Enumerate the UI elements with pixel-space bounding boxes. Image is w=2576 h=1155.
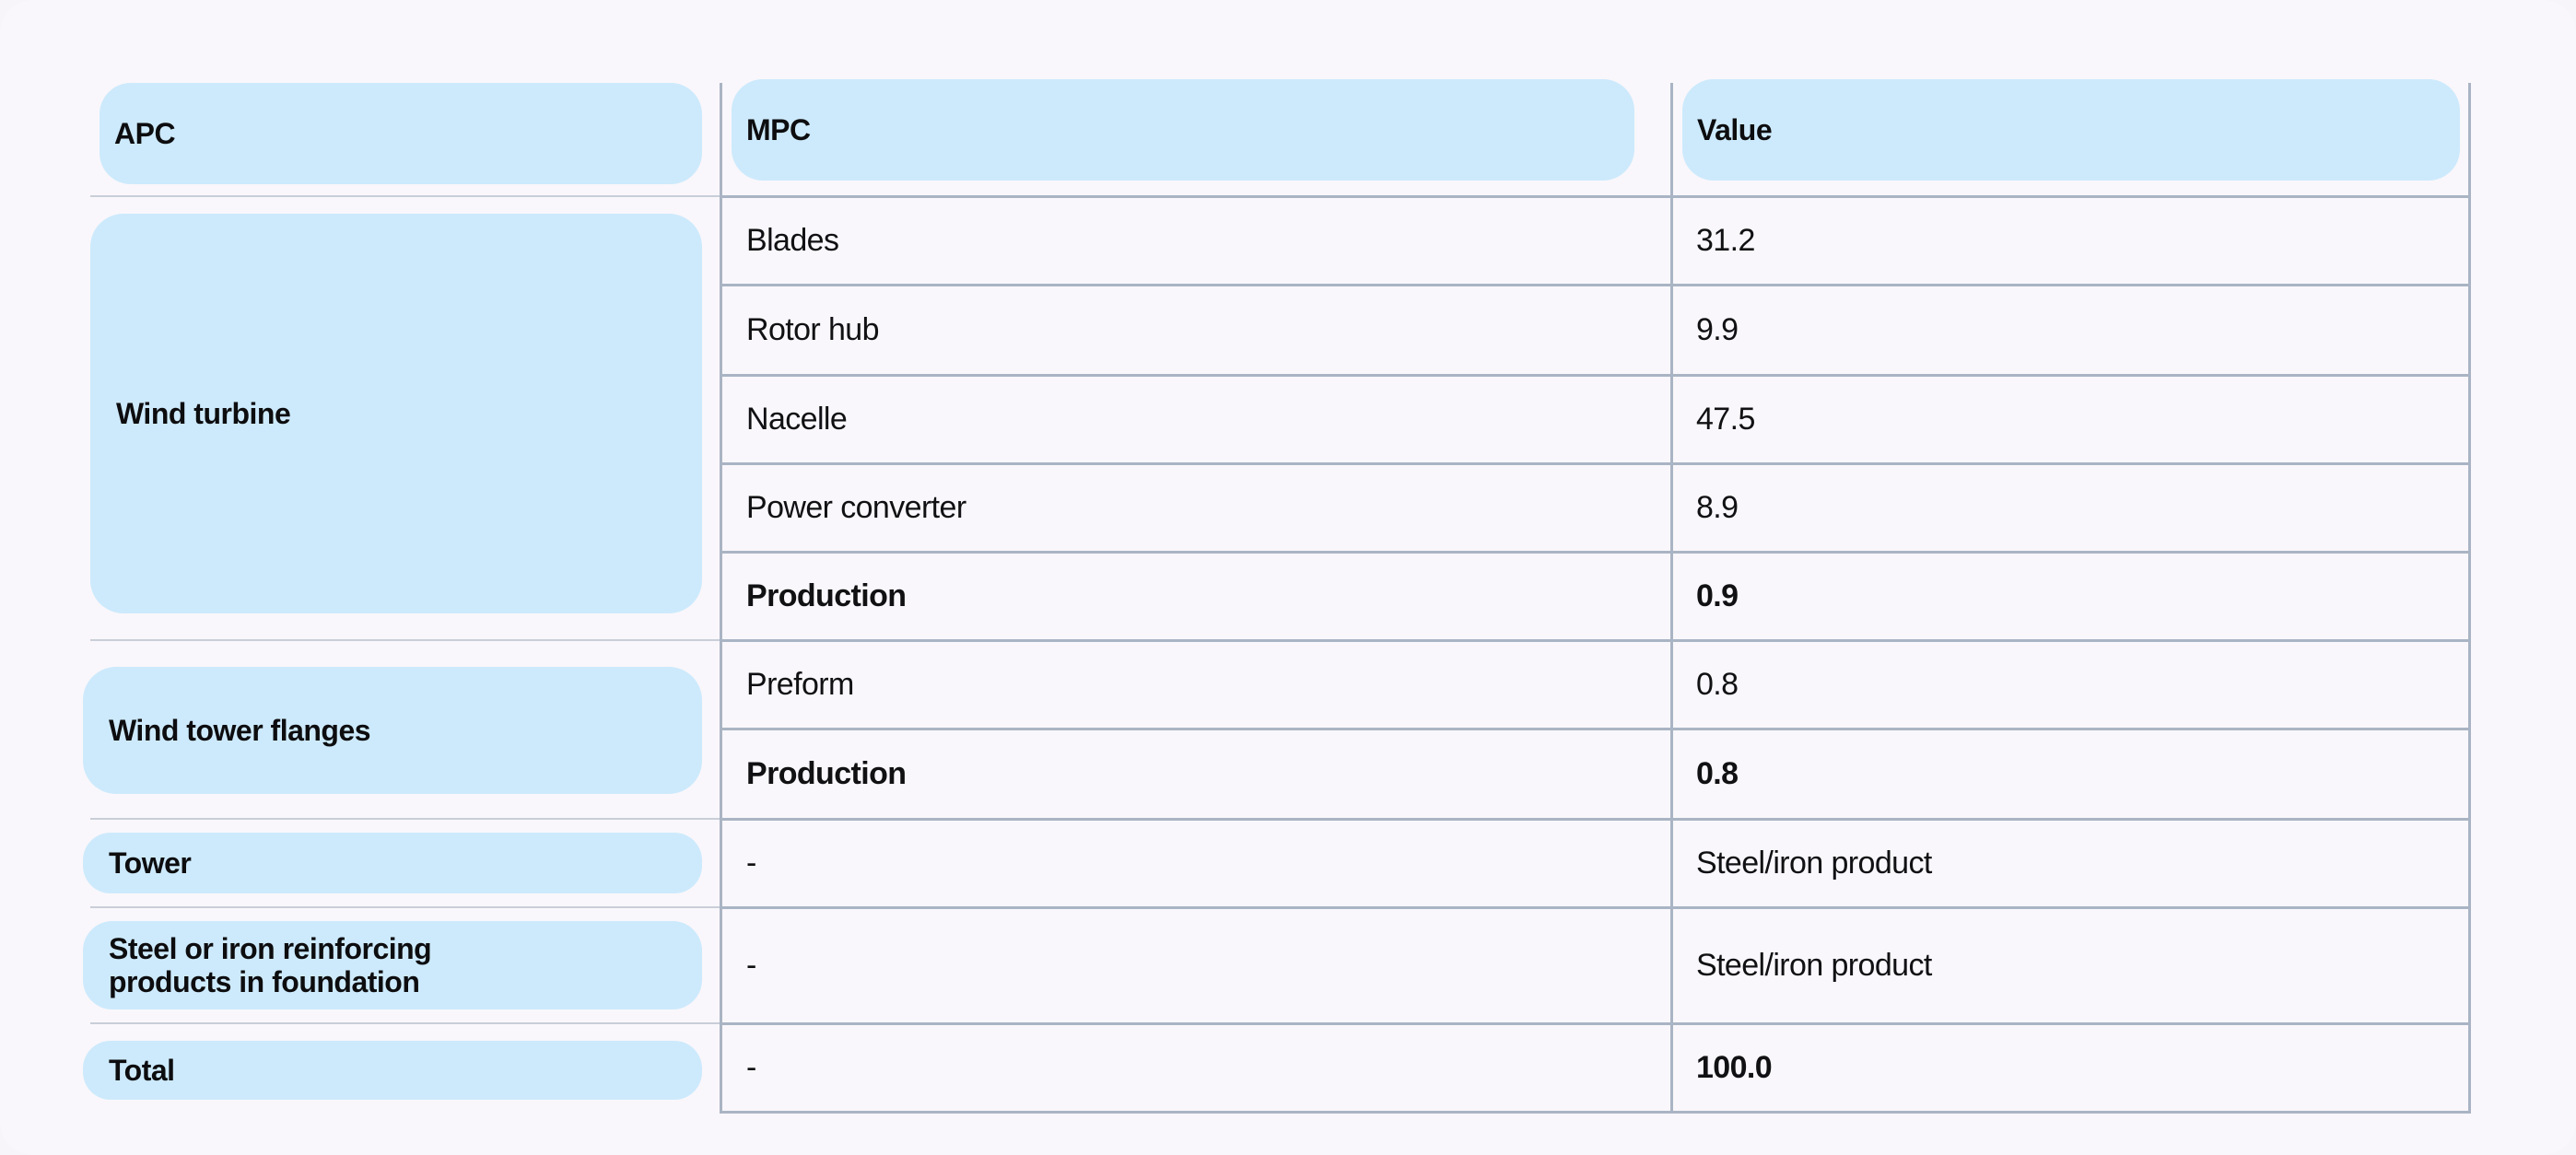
mpc-cell: -	[746, 846, 756, 881]
value-cell: Steel/iron product	[1696, 846, 1932, 881]
header-mpc-label: MPC	[746, 113, 811, 146]
value-cell: 0.8	[1696, 756, 1739, 791]
value-cell: 100.0	[1696, 1050, 1773, 1085]
grid-hline-apc-3	[90, 818, 720, 820]
apc-wind-tower-flanges: Wind tower flanges	[83, 667, 702, 794]
grid-hline-2	[720, 284, 2471, 286]
grid-hline-apc-4	[90, 906, 720, 908]
mpc-cell: Preform	[746, 667, 854, 702]
value-cell: 31.2	[1696, 222, 1755, 258]
grid-hline-7	[720, 728, 2471, 730]
grid-hline-10	[720, 1022, 2471, 1025]
data-table: APC MPC Value Wind turbine Wind tower fl…	[0, 0, 2576, 1155]
apc-steel-reinforcing-line1: Steel or iron reinforcing	[109, 932, 432, 965]
grid-hline-3	[720, 374, 2471, 377]
grid-hline-1	[720, 195, 2471, 198]
header-mpc: MPC	[732, 79, 1634, 181]
mpc-cell: -	[746, 1050, 756, 1085]
header-value: Value	[1682, 79, 2460, 181]
mpc-cell: Production	[746, 756, 907, 791]
value-cell: 8.9	[1696, 490, 1739, 525]
header-value-label: Value	[1697, 113, 1773, 146]
grid-hline-8	[720, 818, 2471, 821]
value-cell: 47.5	[1696, 402, 1755, 437]
grid-hline-6	[720, 639, 2471, 642]
grid-hline-bottom	[720, 1111, 2471, 1114]
mpc-cell: -	[746, 948, 756, 983]
mpc-cell: Blades	[746, 222, 839, 258]
grid-hline-4	[720, 462, 2471, 465]
apc-wind-turbine: Wind turbine	[90, 214, 702, 613]
grid-vline-mid	[1670, 83, 1673, 1113]
mpc-cell: Production	[746, 578, 907, 613]
grid-hline-apc-2	[90, 639, 720, 641]
mpc-cell: Rotor hub	[746, 312, 880, 347]
grid-hline-apc-1	[90, 195, 720, 197]
apc-wind-tower-flanges-label: Wind tower flanges	[109, 714, 371, 747]
apc-steel-reinforcing-line2: products in foundation	[109, 965, 420, 998]
grid-vline-left	[720, 83, 722, 1113]
grid-hline-9	[720, 906, 2471, 909]
mpc-cell: Nacelle	[746, 402, 848, 437]
value-cell: 0.8	[1696, 667, 1739, 702]
apc-steel-reinforcing: Steel or iron reinforcing products in fo…	[83, 921, 702, 1009]
mpc-cell: Power converter	[746, 490, 966, 525]
table-card: APC MPC Value Wind turbine Wind tower fl…	[0, 0, 2576, 1155]
grid-vline-right	[2468, 83, 2471, 1113]
apc-wind-turbine-label: Wind turbine	[116, 397, 291, 430]
value-cell: 0.9	[1696, 578, 1739, 613]
header-apc-label: APC	[114, 117, 176, 150]
value-cell: Steel/iron product	[1696, 948, 1932, 983]
apc-total-label: Total	[109, 1054, 175, 1087]
grid-hline-5	[720, 551, 2471, 554]
apc-tower: Tower	[83, 833, 702, 893]
apc-total: Total	[83, 1041, 702, 1100]
grid-hline-apc-5	[90, 1022, 720, 1024]
header-apc: APC	[100, 83, 702, 184]
apc-tower-label: Tower	[109, 846, 192, 880]
value-cell: 9.9	[1696, 312, 1739, 347]
